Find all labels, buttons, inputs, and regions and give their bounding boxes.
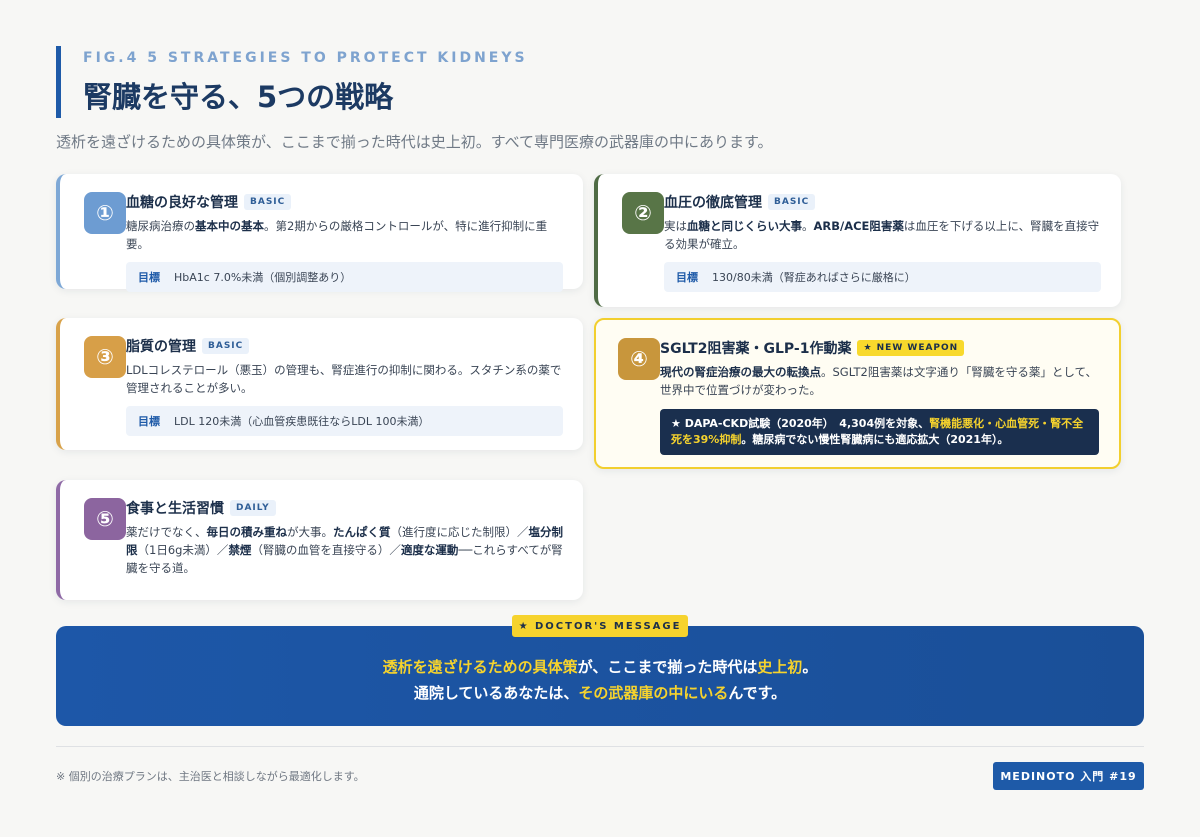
card-title-text: 血圧の徹底管理	[664, 195, 762, 211]
card-title: 食事と生活習慣 DAILY	[126, 498, 563, 518]
new-weapon-tag: ★ NEW WEAPON	[857, 340, 965, 356]
number-badge: ②	[622, 192, 664, 234]
goal-label: 目標	[138, 271, 160, 284]
message-line-2: 通院しているあなたは、その武器庫の中にいるんです。	[413, 684, 787, 702]
category-tag: BASIC	[202, 338, 250, 354]
strategy-card-1: ① 血糖の良好な管理 BASIC 糖尿病治療の基本中の基本。第2期からの厳格コン…	[56, 174, 583, 292]
strategy-card-4: ④ SGLT2阻害薬・GLP-1作動薬 ★ NEW WEAPON 現代の腎症治療…	[594, 318, 1121, 469]
figure-eyebrow: FIG.4 5 STRATEGIES TO PROTECT KIDNEYS	[83, 50, 528, 66]
goal-label: 目標	[138, 415, 160, 428]
goal-box: 目標 LDL 120未満（心血管疾患既往ならLDL 100未満）	[126, 406, 563, 436]
page-subtitle: 透析を遠ざけるための具体策が、ここまで揃った時代は史上初。すべて専門医療の武器庫…	[56, 133, 773, 151]
strategy-card-3: ③ 脂質の管理 BASIC LDLコレステロール（悪玉）の管理も、腎症進行の抑制…	[56, 318, 583, 450]
goal-value: LDL 120未満（心血管疾患既往ならLDL 100未満）	[174, 415, 430, 428]
message-line-1: 透析を遠ざけるための具体策が、ここまで揃った時代は史上初。	[382, 658, 818, 676]
card-description: 糖尿病治療の基本中の基本。第2期からの厳格コントロールが、特に進行抑制に重要。	[126, 219, 548, 251]
goal-box: 目標 130/80未満（腎症あればさらに厳格に）	[664, 262, 1101, 292]
doctor-message-banner: 透析を遠ざけるための具体策が、ここまで揃った時代は史上初。 通院しているあなたは…	[56, 626, 1144, 726]
card-title: 脂質の管理 BASIC	[126, 336, 563, 356]
series-badge: MEDINOTO 入門 #19	[993, 762, 1144, 790]
number-badge: ③	[84, 336, 126, 378]
card-description: 現代の腎症治療の最大の転換点。SGLT2阻害薬は文字通り「腎臓を守る薬」として、…	[660, 365, 1097, 397]
card-title-text: 血糖の良好な管理	[126, 195, 238, 211]
category-tag: BASIC	[768, 194, 816, 210]
goal-value: HbA1c 7.0%未満（個別調整あり）	[174, 271, 352, 284]
card-title: 血糖の良好な管理 BASIC	[126, 192, 563, 212]
doctor-message-tag: ★ DOCTOR'S MESSAGE	[512, 615, 688, 637]
category-tag: BASIC	[244, 194, 292, 210]
number-badge: ①	[84, 192, 126, 234]
card-description: 薬だけでなく、毎日の積み重ねが大事。たんぱく質（進行度に応じた制限）／塩分制限（…	[126, 525, 563, 575]
trial-callout: ★ DAPA-CKD試験（2020年） 4,304例を対象、腎機能悪化・心血管死…	[660, 409, 1099, 455]
goal-value: 130/80未満（腎症あればさらに厳格に）	[712, 271, 916, 284]
number-badge: ⑤	[84, 498, 126, 540]
goal-label: 目標	[676, 271, 698, 284]
footer-divider	[56, 746, 1144, 747]
strategy-card-5: ⑤ 食事と生活習慣 DAILY 薬だけでなく、毎日の積み重ねが大事。たんぱく質（…	[56, 480, 583, 600]
page-header: FIG.4 5 STRATEGIES TO PROTECT KIDNEYS 腎臓…	[56, 46, 528, 118]
category-tag: DAILY	[230, 500, 276, 516]
page-title: 腎臓を守る、5つの戦略	[83, 80, 394, 114]
number-badge: ④	[618, 338, 660, 380]
goal-box: 目標 HbA1c 7.0%未満（個別調整あり）	[126, 262, 563, 292]
strategy-card-2: ② 血圧の徹底管理 BASIC 実は血糖と同じくらい大事。ARB/ACE阻害薬は…	[594, 174, 1121, 307]
card-title-text: SGLT2阻害薬・GLP-1作動薬	[660, 341, 852, 357]
card-title-text: 脂質の管理	[126, 339, 196, 355]
card-description: LDLコレステロール（悪玉）の管理も、腎症進行の抑制に関わる。スタチン系の薬で管…	[126, 363, 562, 395]
card-description: 実は血糖と同じくらい大事。ARB/ACE阻害薬は血圧を下げる以上に、腎臓を直接守…	[664, 219, 1100, 251]
card-title: SGLT2阻害薬・GLP-1作動薬 ★ NEW WEAPON	[660, 338, 1099, 358]
card-title: 血圧の徹底管理 BASIC	[664, 192, 1101, 212]
card-title-text: 食事と生活習慣	[126, 501, 224, 517]
footnote: ※ 個別の治療プランは、主治医と相談しながら最適化します。	[56, 770, 365, 783]
